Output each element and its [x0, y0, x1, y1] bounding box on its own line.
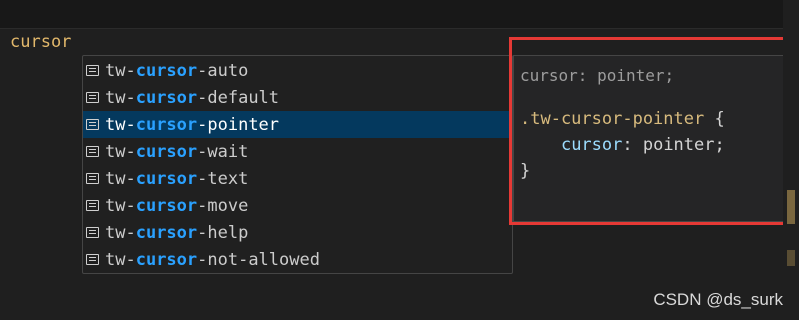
- suggestion-suffix: -default: [197, 87, 280, 108]
- suggestion-prefix: tw-: [105, 87, 136, 108]
- suggestion-prefix: tw-: [105, 60, 136, 81]
- editor-tab-bar: [0, 0, 799, 29]
- suggestion-suffix: -not-allowed: [197, 249, 320, 270]
- suggestion-prefix: tw-: [105, 222, 136, 243]
- keyword-icon: [86, 200, 99, 211]
- suggestion-suffix: -help: [197, 222, 249, 243]
- suggestion-prefix: tw-: [105, 249, 136, 270]
- keyword-icon: [86, 254, 99, 265]
- suggestion-item[interactable]: tw-cursor -help: [83, 219, 512, 246]
- suggestion-suffix: -auto: [197, 60, 249, 81]
- suggestion-item[interactable]: tw-cursor -auto: [83, 57, 512, 84]
- keyword-icon: [86, 173, 99, 184]
- suggestion-item[interactable]: tw-cursor -default: [83, 84, 512, 111]
- minimap-marker: [787, 190, 795, 224]
- suggestion-prefix: tw-: [105, 141, 136, 162]
- keyword-icon: [86, 119, 99, 130]
- suggestion-match: cursor: [135, 249, 198, 270]
- suggestion-suffix: -move: [197, 195, 249, 216]
- suggestion-suffix: -text: [197, 168, 249, 189]
- keyword-icon: [86, 227, 99, 238]
- suggestion-match: cursor: [135, 195, 198, 216]
- suggestion-prefix: tw-: [105, 168, 136, 189]
- suggestion-prefix: tw-: [105, 195, 136, 216]
- editor-scrollbar[interactable]: [783, 0, 799, 320]
- suggestion-item[interactable]: tw-cursor -move: [83, 192, 512, 219]
- keyword-icon: [86, 92, 99, 103]
- suggestion-match: cursor: [135, 168, 198, 189]
- suggestion-match: cursor: [135, 87, 198, 108]
- suggestion-suffix: -wait: [197, 141, 249, 162]
- suggestion-item-selected[interactable]: tw-cursor -pointer: [83, 111, 512, 138]
- suggestion-item[interactable]: tw-cursor -text: [83, 165, 512, 192]
- suggestion-match: cursor: [135, 60, 198, 81]
- suggestion-suffix: -pointer: [197, 114, 280, 135]
- annotation-highlight-box: [509, 37, 787, 225]
- suggestion-match: cursor: [135, 141, 198, 162]
- suggestion-list: tw-cursor -auto tw-cursor -default tw-curs…: [82, 55, 513, 274]
- suggestion-item[interactable]: tw-cursor -wait: [83, 138, 512, 165]
- keyword-icon: [86, 146, 99, 157]
- suggestion-match: cursor: [135, 114, 198, 135]
- keyword-icon: [86, 65, 99, 76]
- suggestion-item[interactable]: tw-cursor -not-allowed: [83, 246, 512, 273]
- suggestion-match: cursor: [135, 222, 198, 243]
- editor-typed-text[interactable]: cursor: [10, 31, 71, 53]
- minimap-marker: [787, 250, 795, 266]
- suggestion-prefix: tw-: [105, 114, 136, 135]
- watermark-text: CSDN @ds_surk: [653, 290, 783, 309]
